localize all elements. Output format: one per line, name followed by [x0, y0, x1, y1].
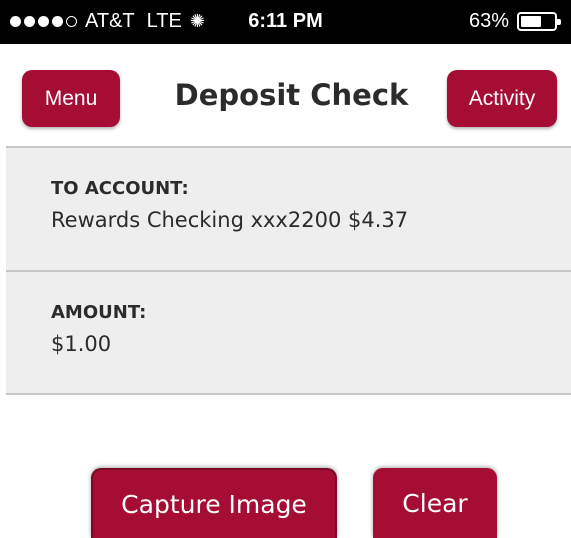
to-account-row[interactable]: TO ACCOUNT: Rewards Checking xxx2200 $4.… — [6, 146, 571, 270]
amount-row[interactable]: AMOUNT: $1.00 — [6, 270, 571, 395]
page-title: Deposit Check — [174, 78, 409, 112]
status-right: 63% — [468, 10, 561, 33]
deposit-check-screen: AT&T LTE ✺ 6:11 PM 63% Menu Deposit Chec… — [0, 0, 571, 538]
to-account-value: Rewards Checking xxx2200 $4.37 — [51, 208, 409, 232]
battery-nub — [557, 19, 561, 25]
nav-bar: Menu Deposit Check Activity — [0, 44, 571, 146]
to-account-label: TO ACCOUNT: — [51, 178, 189, 199]
clear-button[interactable]: Clear — [373, 468, 497, 538]
menu-button[interactable]: Menu — [22, 70, 120, 127]
battery-percent: 63% — [468, 10, 509, 32]
activity-button[interactable]: Activity — [447, 70, 557, 127]
amount-label: AMOUNT: — [51, 302, 147, 323]
battery-icon — [517, 12, 561, 31]
battery-fill — [521, 16, 541, 27]
amount-value: $1.00 — [51, 332, 112, 356]
status-bar: AT&T LTE ✺ 6:11 PM 63% — [0, 0, 571, 44]
capture-image-button[interactable]: Capture Image — [91, 468, 337, 538]
